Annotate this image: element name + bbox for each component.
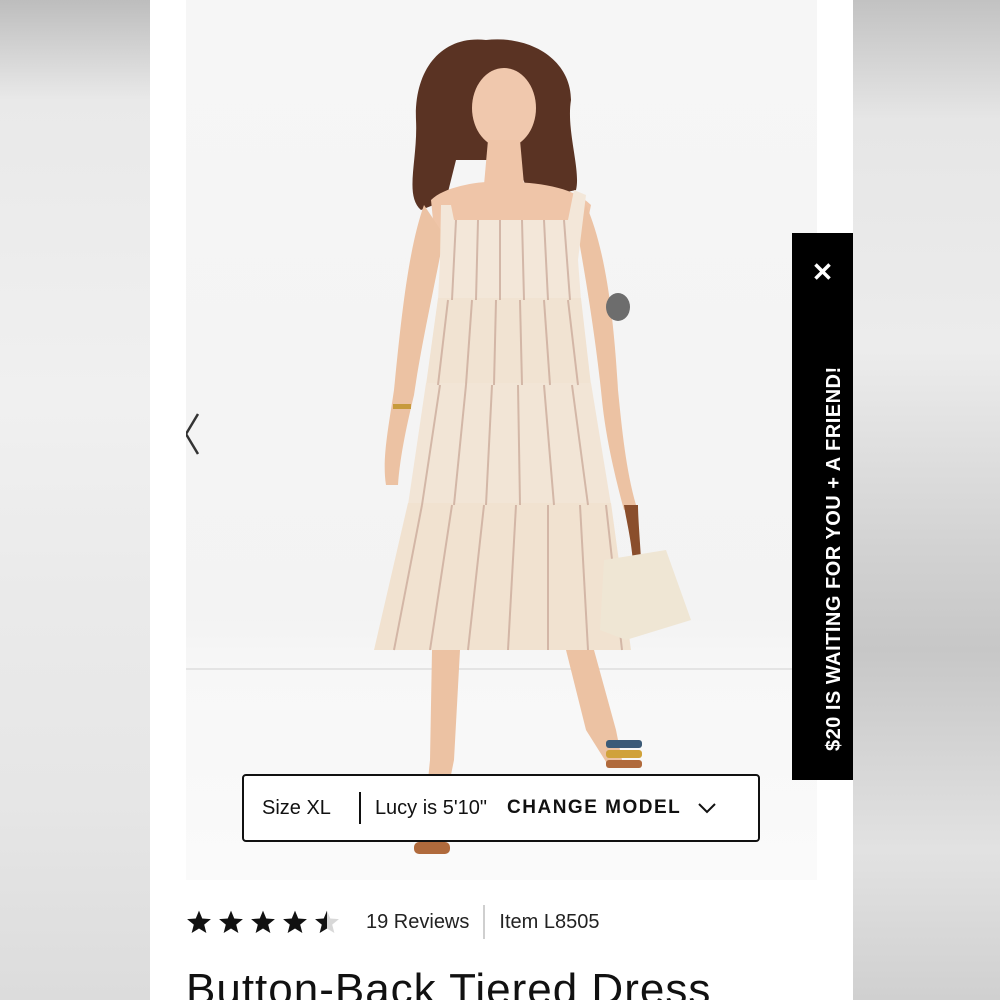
product-image-carousel[interactable]: Size XL Lucy is 5'10" CHANGE MODEL — [186, 0, 817, 880]
model-height-label: Lucy is 5'10" — [374, 796, 488, 819]
half-star-icon — [315, 910, 339, 934]
star-rating[interactable] — [186, 909, 340, 935]
close-icon[interactable]: ✕ — [792, 259, 853, 285]
chevron-down-icon[interactable] — [697, 802, 717, 814]
item-number: Item L8505 — [499, 910, 600, 933]
star-icon — [283, 910, 307, 934]
blurred-background-right — [852, 0, 1000, 1000]
reviews-link[interactable]: 19 Reviews — [366, 911, 469, 934]
chevron-left-icon[interactable] — [186, 408, 204, 464]
star-icon — [251, 910, 275, 934]
product-title: Button-Back Tiered Dress — [186, 965, 712, 1000]
star-icon — [187, 910, 211, 934]
blurred-background-left — [0, 0, 150, 1000]
size-label: Size XL — [262, 796, 331, 819]
promo-text: $20 IS WAITING FOR YOU + A FRIEND! — [823, 366, 845, 751]
change-model-button[interactable]: CHANGE MODEL — [507, 797, 681, 819]
model-size-selector[interactable]: Size XL Lucy is 5'10" CHANGE MODEL — [242, 774, 760, 842]
rating-divider — [483, 905, 486, 939]
referral-promo-banner[interactable]: ✕ $20 IS WAITING FOR YOU + A FRIEND! — [792, 233, 853, 780]
product-photo — [374, 39, 691, 854]
product-page: Size XL Lucy is 5'10" CHANGE MODEL ✕ $20… — [150, 0, 853, 1000]
star-icon — [219, 910, 243, 934]
size-divider — [358, 792, 361, 824]
rating-row: 19 Reviews Item L8505 — [186, 902, 599, 942]
